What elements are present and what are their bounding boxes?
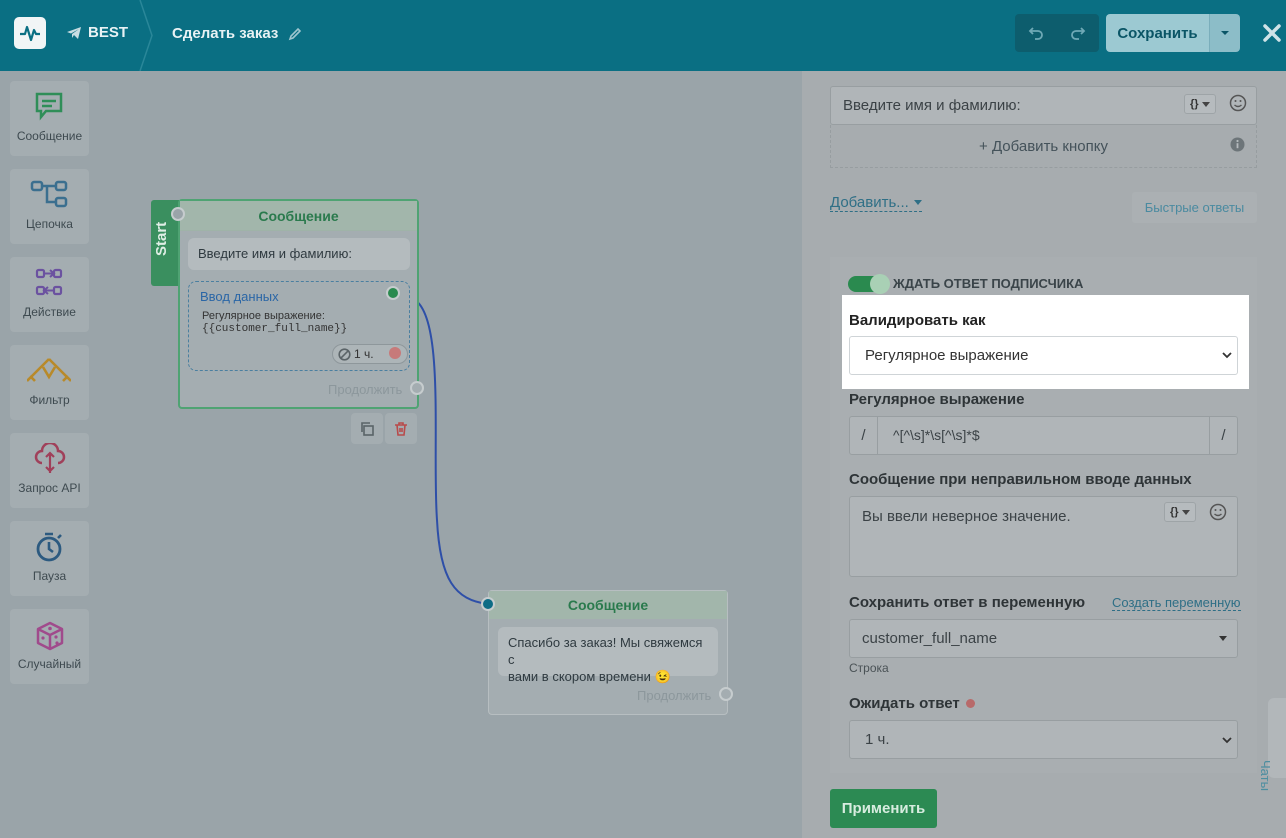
variable-value: customer_full_name (862, 630, 998, 647)
variable-select[interactable]: customer_full_name (849, 619, 1238, 658)
flow-node-message-2[interactable]: Сообщение Спасибо за заказ! Мы свяжемся … (488, 590, 728, 715)
regex-input-group: / ^[^\s]*\s[^\s]*$ / (849, 416, 1238, 455)
delete-node-button[interactable] (385, 413, 417, 444)
insert-variable-button[interactable]: {} (1184, 94, 1216, 114)
timeout-value: 1 ч. (354, 347, 374, 361)
add-dropdown-label: Добавить... (830, 194, 909, 211)
wait-time-select[interactable]: 1 ч. (849, 720, 1238, 759)
continue-output-port[interactable] (719, 687, 733, 701)
caret-down-icon (913, 200, 922, 205)
input-block-variable: {{customer_full_name}} (202, 323, 348, 335)
apply-button[interactable]: Применить (830, 789, 937, 828)
chats-tab[interactable]: Чаты (1258, 698, 1286, 791)
timeout-port[interactable] (389, 347, 401, 359)
regex-input[interactable]: ^[^\s]*\s[^\s]*$ (893, 427, 980, 443)
ban-icon (338, 347, 351, 361)
emoji-icon[interactable] (1229, 94, 1247, 112)
node-message-line: Спасибо за заказ! Мы свяжемся с (508, 635, 703, 667)
caret-down-icon (1181, 509, 1190, 515)
node-message-bubble: Введите имя и фамилию: (188, 238, 410, 270)
error-message-label: Сообщение при неправильном вводе данных (849, 471, 1192, 488)
chevron-down-icon (1222, 737, 1232, 744)
copy-icon (361, 421, 374, 436)
variable-type: Строка (849, 661, 889, 675)
duplicate-node-button[interactable] (351, 413, 383, 444)
validate-value: Регулярное выражение (865, 347, 1029, 364)
continue-output-port[interactable] (410, 381, 424, 395)
input-block-desc: Регулярное выражение: (202, 310, 325, 322)
regex-label: Регулярное выражение (849, 391, 1025, 408)
regex-suffix: / (1209, 417, 1237, 454)
toggle-knob (870, 274, 890, 294)
node-title: Сообщение (180, 201, 417, 231)
continue-label: Продолжить (328, 382, 403, 397)
input-output-port[interactable] (386, 286, 400, 300)
add-button-button[interactable]: + Добавить кнопку (830, 125, 1257, 168)
node-input-port[interactable] (481, 597, 495, 611)
wait-time-value: 1 ч. (865, 731, 890, 748)
chevron-down-icon (1222, 352, 1232, 359)
info-icon[interactable] (1230, 137, 1245, 152)
validate-select[interactable]: Регулярное выражение (849, 336, 1238, 375)
start-label: Start (153, 221, 170, 256)
input-block-title: Ввод данных (200, 289, 279, 304)
insert-variable-button[interactable]: {} (1164, 502, 1196, 522)
add-button-label: + Добавить кнопку (979, 137, 1108, 155)
add-dropdown[interactable]: Добавить... (830, 194, 922, 212)
emoji-icon[interactable] (1209, 503, 1227, 521)
braces-icon: {} (1190, 98, 1199, 110)
wait-reply-toggle[interactable] (848, 274, 890, 294)
node-input-block[interactable]: Ввод данных Регулярное выражение: {{cust… (188, 281, 410, 371)
node-title: Сообщение (489, 591, 727, 619)
node-message-line: вами в скором времени 😉 (508, 669, 671, 684)
wait-label: Ожидать ответ (849, 695, 960, 712)
validate-label: Валидировать как (849, 312, 986, 329)
wait-reply-field: Ожидать ответ (849, 695, 975, 712)
trash-icon (395, 421, 407, 436)
caret-down-icon (1201, 101, 1210, 107)
create-variable-link[interactable]: Создать переменную (1112, 595, 1241, 611)
save-variable-label: Сохранить ответ в переменную (849, 594, 1086, 611)
chats-tab-label: Чаты (1258, 760, 1273, 791)
message-text-value: Введите имя и фамилию: (843, 97, 1021, 114)
flow-node-message-1[interactable]: Сообщение Введите имя и фамилию: Ввод да… (178, 199, 419, 409)
status-dot (965, 699, 975, 708)
node-message-bubble: Спасибо за заказ! Мы свяжемся с вами в с… (498, 627, 718, 684)
quick-replies-button[interactable]: Быстрые ответы (1132, 192, 1257, 223)
node-input-port[interactable] (171, 207, 185, 221)
caret-down-icon (1219, 636, 1227, 641)
continue-label: Продолжить (637, 688, 712, 703)
regex-prefix: / (850, 417, 878, 454)
braces-icon: {} (1170, 506, 1179, 518)
error-message-value: Вы ввели неверное значение. (862, 508, 1071, 525)
wait-reply-label: ЖДАТЬ ОТВЕТ ПОДПИСЧИКА (893, 276, 1084, 291)
